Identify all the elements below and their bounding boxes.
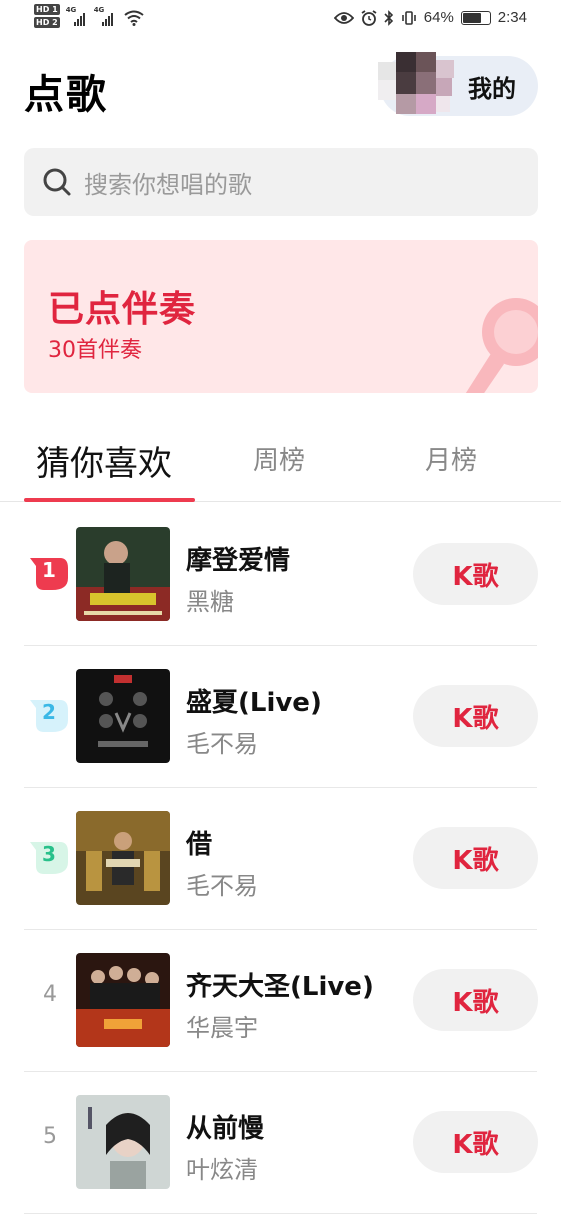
rank-number-2: 2 [42,700,56,724]
status-left: HD 1 HD 2 4G 4G [34,4,144,28]
karaoke-button[interactable]: K歌 [413,685,538,747]
search-icon [43,168,71,196]
status-bar: HD 1 HD 2 4G 4G 64% 2:34 [0,0,561,40]
network-1-label: 4G [65,6,77,14]
search-placeholder: 搜索你想唱的歌 [84,170,252,199]
song-title: 盛夏(Live) [186,688,322,718]
karaoke-button[interactable]: K歌 [413,1111,538,1173]
tab-bar: 猜你喜欢 周榜 月榜 [0,430,561,502]
karaoke-button[interactable]: K歌 [413,827,538,889]
search-bar[interactable]: 搜索你想唱的歌 [24,148,538,216]
signal-1-icon: 4G [66,4,88,26]
rank-number-5: 5 [43,1124,57,1149]
alarm-icon [361,9,377,26]
rank-badge-1: 1 [30,556,68,590]
song-artist: 黑糖 [186,588,234,616]
hd1-badge: HD 1 [34,4,60,15]
clock: 2:34 [497,9,527,26]
page-title: 点歌 [24,72,108,118]
hd-indicators: HD 1 HD 2 [34,4,60,28]
signal-2-icon: 4G [94,4,118,26]
song-title: 从前慢 [186,1114,265,1144]
status-right: 64% 2:34 [333,9,527,26]
mine-label: 我的 [468,74,516,103]
karaoke-button[interactable]: K歌 [413,969,538,1031]
song-row-3[interactable]: 3 借 毛不易 K歌 [0,788,561,930]
song-row-2[interactable]: 2 盛夏(Live) 毛不易 K歌 [0,646,561,788]
song-artist: 叶炫清 [186,1156,258,1184]
tab-indicator [24,498,195,502]
row-divider [24,1212,537,1214]
song-row-5[interactable]: 5 从前慢 叶炫清 K歌 [0,1072,561,1214]
battery-icon [460,10,491,25]
song-artist: 毛不易 [186,730,258,758]
song-row-1[interactable]: 1 摩登爱情 黑糖 K歌 [0,504,561,646]
rank-badge-2: 2 [30,698,68,732]
album-cover-1[interactable] [76,527,170,621]
song-title: 借 [186,830,213,860]
tab-guess-you-like[interactable]: 猜你喜欢 [36,436,172,485]
album-cover-4[interactable] [76,953,170,1047]
rank-number-4: 4 [43,982,57,1007]
karaoke-button[interactable]: K歌 [413,543,538,605]
rank-number-3: 3 [42,842,56,866]
album-cover-2[interactable] [76,669,170,763]
battery-percent: 64% [423,9,454,26]
tab-weekly[interactable]: 周榜 [253,440,305,477]
ordered-accompaniment-banner[interactable]: 已点伴奏 30首伴奏 [24,240,538,393]
rank-number-1: 1 [42,558,56,582]
song-title: 齐天大圣(Live) [186,972,374,1002]
network-2-label: 4G [93,6,105,14]
song-artist: 毛不易 [186,872,258,900]
tab-monthly[interactable]: 月榜 [425,440,477,477]
bluetooth-icon [384,9,393,26]
avatar[interactable] [378,52,464,122]
eye-icon [333,11,354,24]
song-list: 1 摩登爱情 黑糖 K歌 2 盛夏(Live) 毛不易 K歌 3 借 毛不易 K… [0,504,561,1214]
microphone-icon [465,298,538,393]
song-title: 摩登爱情 [186,546,291,576]
vibrate-icon [401,10,416,25]
rank-badge-3: 3 [30,840,68,874]
album-cover-3[interactable] [76,811,170,905]
song-row-4[interactable]: 4 齐天大圣(Live) 华晨宇 K歌 [0,930,561,1072]
hd2-badge: HD 2 [34,17,60,28]
banner-title: 已点伴奏 [48,289,197,330]
album-cover-5[interactable] [76,1095,170,1189]
song-artist: 华晨宇 [186,1014,258,1042]
banner-subtitle: 30首伴奏 [48,338,142,363]
wifi-icon [124,10,144,26]
